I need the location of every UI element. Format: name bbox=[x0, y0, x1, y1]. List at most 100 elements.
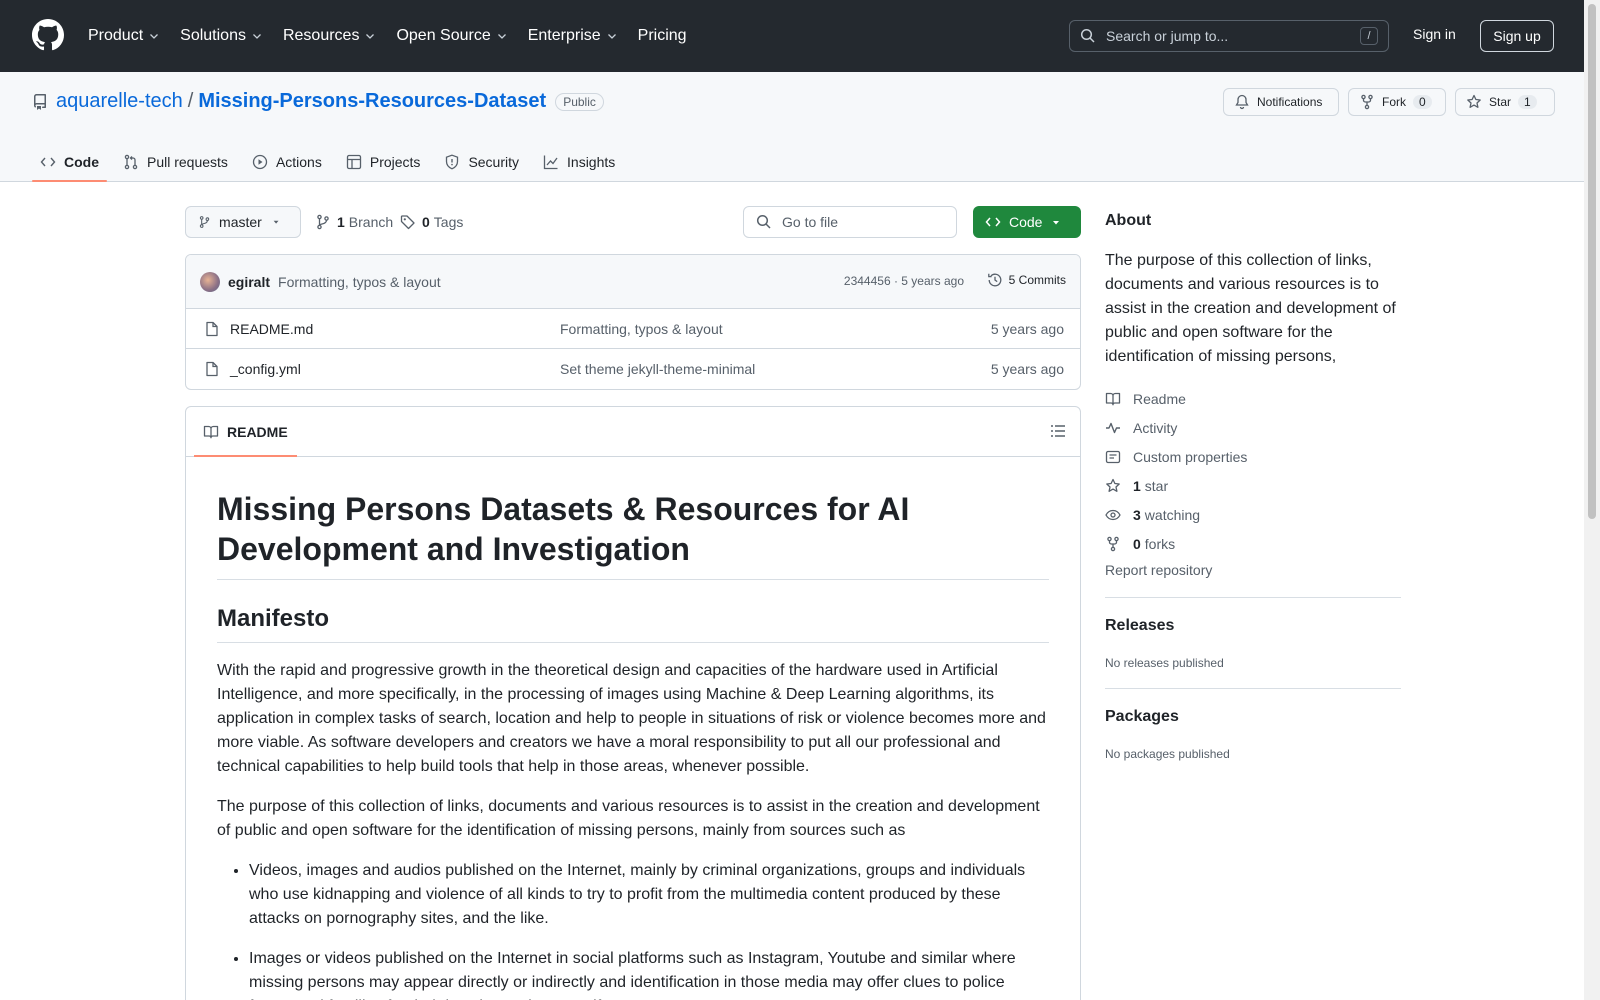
graph-icon bbox=[543, 155, 558, 170]
sign-up-button[interactable]: Sign up bbox=[1480, 20, 1554, 52]
file-commit-message[interactable]: Formatting, typos & layout bbox=[560, 321, 723, 337]
caret-down-icon bbox=[1053, 221, 1059, 225]
readme-content: Missing Persons Datasets & Resources for… bbox=[186, 457, 1080, 1000]
readme-paragraph: With the rapid and progressive growth in… bbox=[217, 662, 1046, 775]
fork-button[interactable]: Fork 0 bbox=[1348, 88, 1446, 116]
code-dropdown-button[interactable]: Code bbox=[973, 206, 1081, 238]
tab-code[interactable]: Code bbox=[32, 144, 107, 182]
readme-tabbar: README bbox=[186, 407, 1080, 457]
sidebar-divider bbox=[1105, 597, 1401, 598]
nav-pricing[interactable]: Pricing bbox=[638, 27, 687, 45]
commits-link[interactable]: 5 Commits bbox=[987, 272, 1066, 288]
search-icon bbox=[756, 214, 771, 229]
visibility-badge: Public bbox=[555, 92, 604, 111]
stars-link[interactable]: 1 star bbox=[1105, 471, 1247, 500]
chevron-down-icon bbox=[497, 34, 506, 39]
commit-author[interactable]: egiralt bbox=[228, 274, 270, 290]
repo-name-link[interactable]: Missing-Persons-Resources-Dataset bbox=[198, 90, 546, 113]
nav-resources[interactable]: Resources bbox=[283, 27, 376, 45]
code-icon bbox=[40, 157, 56, 167]
bell-icon bbox=[1235, 94, 1249, 110]
readme-panel: README Missing Persons Datasets & Resour… bbox=[185, 406, 1081, 1000]
fork-count: 0 bbox=[1413, 95, 1432, 109]
latest-commit-bar: egiralt Formatting, typos & layout 23444… bbox=[186, 255, 1080, 309]
tab-insights[interactable]: Insights bbox=[535, 144, 623, 180]
pull-request-icon bbox=[124, 154, 138, 170]
list-item: Images or videos published on the Intern… bbox=[249, 947, 1049, 1000]
branch-select-button[interactable]: master bbox=[185, 206, 301, 238]
repo-tabs: Code Pull requests Actions Projects Secu… bbox=[32, 144, 631, 182]
commit-message[interactable]: Formatting, typos & layout bbox=[278, 274, 441, 290]
book-icon bbox=[203, 425, 219, 438]
file-name[interactable]: README.md bbox=[230, 321, 313, 337]
global-header: Product Solutions Resources Open Source … bbox=[0, 0, 1584, 72]
packages-empty-text: No packages published bbox=[1105, 747, 1230, 761]
tag-count: 0 bbox=[422, 214, 430, 230]
nav-product[interactable]: Product bbox=[88, 27, 160, 45]
chevron-down-icon bbox=[253, 34, 261, 39]
releases-empty-text: No releases published bbox=[1105, 656, 1224, 670]
global-search-input[interactable]: Search or jump to... / bbox=[1069, 20, 1389, 52]
about-links: Readme Activity Custom properties 1 star … bbox=[1105, 384, 1247, 558]
forks-link[interactable]: 0 forks bbox=[1105, 529, 1247, 558]
scrollbar-thumb[interactable] bbox=[1588, 4, 1596, 519]
chevron-down-icon bbox=[150, 34, 159, 39]
activity-link[interactable]: Activity bbox=[1105, 413, 1247, 442]
history-icon bbox=[987, 273, 1002, 287]
star-button[interactable]: Star 1 bbox=[1455, 88, 1555, 116]
tab-actions[interactable]: Actions bbox=[244, 144, 330, 180]
file-browser: egiralt Formatting, typos & layout 23444… bbox=[185, 254, 1081, 390]
custom-properties-link[interactable]: Custom properties bbox=[1105, 442, 1247, 471]
nav-solutions[interactable]: Solutions bbox=[180, 27, 263, 45]
report-repository-link[interactable]: Report repository bbox=[1105, 562, 1212, 578]
tags-link[interactable]: 0 Tags bbox=[400, 214, 463, 230]
book-icon bbox=[1105, 392, 1121, 405]
watchers-link[interactable]: 3 watching bbox=[1105, 500, 1247, 529]
readme-link[interactable]: Readme bbox=[1105, 384, 1247, 413]
repo-title: aquarelle-tech / Missing-Persons-Resourc… bbox=[32, 90, 604, 113]
commit-meta[interactable]: 2344456 · 5 years ago bbox=[844, 274, 964, 288]
table-icon bbox=[346, 154, 362, 170]
chevron-down-icon bbox=[607, 34, 616, 39]
file-name[interactable]: _config.yml bbox=[230, 361, 301, 377]
note-icon bbox=[1105, 450, 1121, 463]
tab-pull-requests[interactable]: Pull requests bbox=[115, 144, 236, 180]
star-icon bbox=[1106, 478, 1120, 492]
notifications-button[interactable]: Notifications bbox=[1223, 88, 1339, 116]
packages-heading[interactable]: Packages bbox=[1105, 708, 1179, 726]
readme-heading-manifesto: Manifesto bbox=[217, 604, 1049, 643]
avatar[interactable] bbox=[200, 271, 220, 292]
nav-enterprise[interactable]: Enterprise bbox=[528, 27, 618, 45]
star-count: 1 bbox=[1518, 95, 1537, 109]
sign-in-link[interactable]: Sign in bbox=[1413, 26, 1456, 42]
nav-open-source[interactable]: Open Source bbox=[396, 27, 507, 45]
file-commit-message[interactable]: Set theme jekyll-theme-minimal bbox=[560, 361, 755, 377]
star-icon bbox=[1467, 94, 1481, 108]
search-placeholder: Search or jump to... bbox=[1106, 28, 1229, 44]
readme-tab[interactable]: README bbox=[194, 407, 297, 457]
tab-security[interactable]: Security bbox=[436, 144, 527, 180]
file-icon bbox=[206, 361, 218, 377]
global-nav: Product Solutions Resources Open Source … bbox=[88, 0, 707, 72]
branches-link[interactable]: 1 Branch bbox=[315, 214, 393, 230]
fork-icon bbox=[1107, 536, 1119, 551]
list-item: Videos, images and audios published on t… bbox=[249, 859, 1049, 931]
file-row[interactable]: README.md Formatting, typos & layout 5 y… bbox=[186, 309, 1080, 349]
github-logo-icon[interactable] bbox=[32, 19, 64, 51]
go-to-file-input[interactable]: Go to file bbox=[743, 206, 957, 238]
caret-down-icon bbox=[273, 220, 279, 224]
readme-list: Videos, images and audios published on t… bbox=[217, 859, 1049, 1000]
chevron-down-icon bbox=[366, 34, 375, 39]
file-row[interactable]: _config.yml Set theme jekyll-theme-minim… bbox=[186, 349, 1080, 389]
eye-icon bbox=[1105, 509, 1121, 520]
list-unordered-icon[interactable] bbox=[1050, 423, 1066, 439]
play-circle-icon bbox=[252, 154, 268, 170]
tab-projects[interactable]: Projects bbox=[338, 144, 429, 180]
shield-icon bbox=[446, 154, 459, 170]
about-description: The purpose of this collection of links,… bbox=[1105, 252, 1396, 365]
branch-icon bbox=[317, 214, 329, 230]
readme-paragraph: The purpose of this collection of links,… bbox=[217, 798, 1040, 839]
repo-owner-link[interactable]: aquarelle-tech bbox=[56, 90, 183, 113]
releases-heading[interactable]: Releases bbox=[1105, 617, 1174, 635]
repo-path-separator: / bbox=[187, 90, 194, 112]
